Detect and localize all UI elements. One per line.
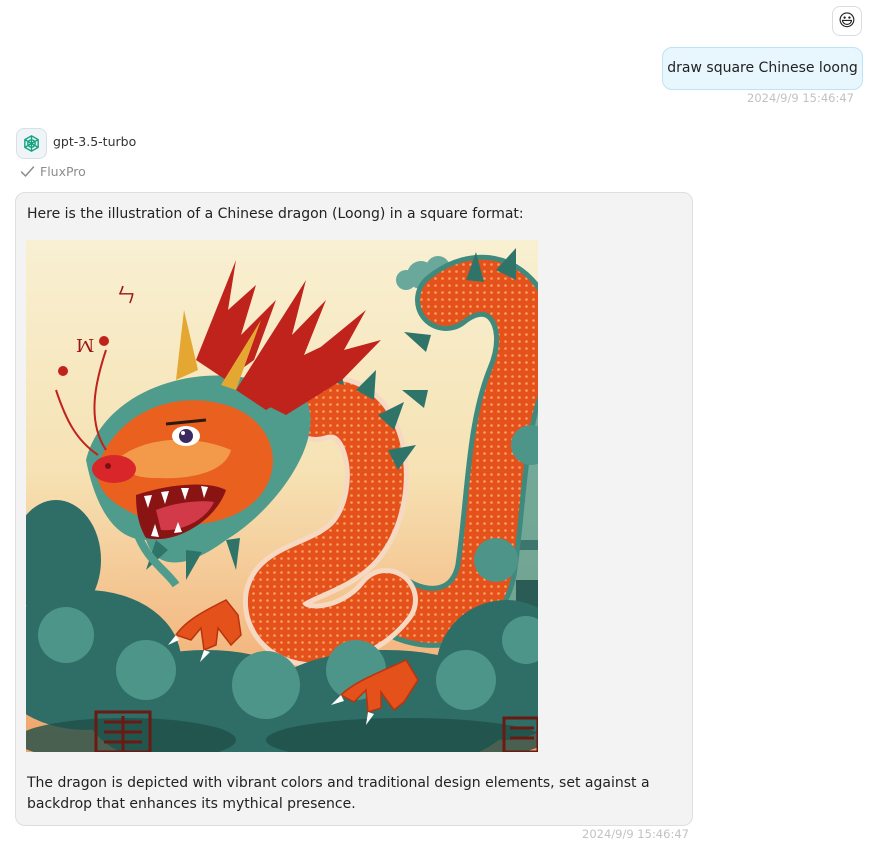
grinning-face-icon: 😃: [838, 10, 856, 31]
user-avatar[interactable]: 😃: [832, 6, 862, 36]
svg-text:ꟽ: ꟽ: [76, 336, 94, 357]
user-message-timestamp: 2024/9/9 15:46:47: [747, 91, 854, 105]
generated-dragon-image[interactable]: ꟽ ㄣ: [26, 240, 538, 752]
tool-status[interactable]: FluxPro: [20, 164, 86, 179]
assistant-avatar[interactable]: [16, 128, 47, 159]
assistant-outro-text: The dragon is depicted with vibrant colo…: [27, 775, 650, 812]
model-name: gpt-3.5-turbo: [53, 134, 137, 149]
chat-page: 😃 draw square Chinese loong 2024/9/9 15:…: [0, 0, 872, 842]
svg-text:ㄣ: ㄣ: [116, 283, 136, 307]
checkmark-icon: [20, 166, 35, 177]
assistant-intro-text: Here is the illustration of a Chinese dr…: [27, 206, 524, 222]
tool-name: FluxPro: [40, 164, 86, 179]
assistant-message-bubble: Here is the illustration of a Chinese dr…: [15, 192, 693, 826]
openai-logo-icon: [24, 135, 39, 152]
assistant-message-timestamp: 2024/9/9 15:46:47: [582, 827, 689, 841]
user-message-bubble: draw square Chinese loong: [662, 47, 863, 90]
